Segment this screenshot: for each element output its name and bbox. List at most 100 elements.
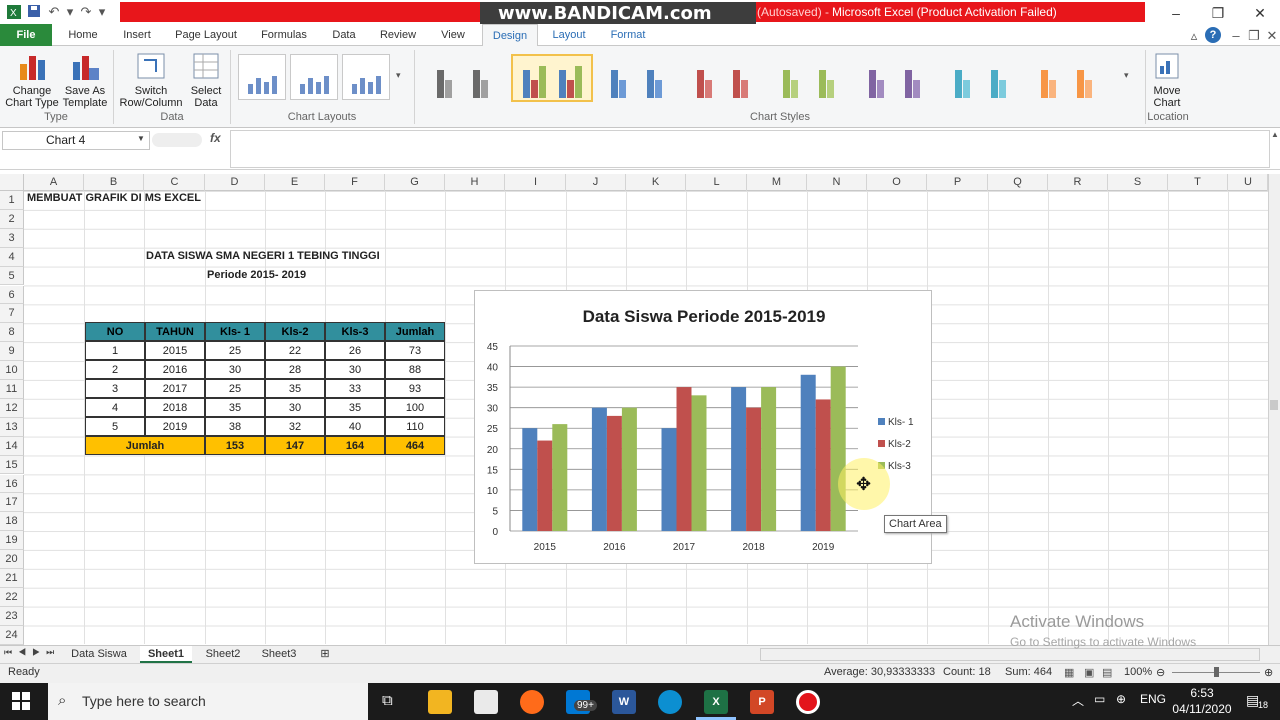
sheet-tab-sheet2[interactable]: Sheet2 [198,646,248,663]
column-header[interactable]: E [265,174,325,191]
table-heading-2[interactable]: Periode 2015- 2019 [207,269,306,281]
sheet-tab-sheet3[interactable]: Sheet3 [254,646,304,663]
row-header[interactable]: 12 [0,398,24,418]
tab-format[interactable]: Format [600,24,656,46]
tab-home[interactable]: Home [60,24,106,46]
row-header[interactable]: 23 [0,606,24,626]
normal-view-icon[interactable]: ▦ [1064,666,1074,679]
chart-style-8-thumb[interactable] [1029,54,1111,102]
language-indicator[interactable]: ENG [1140,692,1166,706]
vertical-scroll-thumb[interactable] [1270,400,1278,410]
page-break-view-icon[interactable]: ▤ [1102,666,1112,679]
row-header[interactable]: 6 [0,285,24,305]
column-header[interactable]: S [1108,174,1168,191]
column-header[interactable]: I [506,174,566,191]
table-header-cell[interactable]: NO [85,322,145,341]
column-header[interactable]: T [1168,174,1228,191]
row-header[interactable]: 24 [0,625,24,645]
sheet-nav-arrows-icon[interactable]: ⏮◀▶⏭ [4,647,60,658]
edge-icon[interactable] [658,690,682,714]
table-cell[interactable]: 22 [265,341,325,360]
task-view-icon[interactable]: ⧉ [382,692,393,709]
chart-style-3-thumb[interactable] [599,54,681,102]
redo-dropdown-icon[interactable]: ▾ [94,4,110,20]
row-header[interactable]: 16 [0,474,24,494]
column-header[interactable]: U [1229,174,1268,191]
tab-insert[interactable]: Insert [114,24,160,46]
column-header[interactable]: C [145,174,205,191]
chart-layout-3-thumb[interactable] [342,54,390,100]
move-chart-button[interactable]: Move Chart [1150,50,1184,109]
column-header[interactable]: N [807,174,867,191]
row-header[interactable]: 19 [0,531,24,551]
clock-date[interactable]: 04/11/2020 [1172,702,1232,716]
doc-restore-icon[interactable]: ❐ [1246,28,1262,44]
row-header[interactable]: 17 [0,493,24,513]
table-cell[interactable]: 35 [205,398,265,417]
row-header[interactable]: 20 [0,550,24,569]
help-icon[interactable]: ? [1205,27,1221,43]
column-header[interactable]: D [205,174,265,191]
bandicam-record-icon[interactable] [796,690,820,714]
table-cell[interactable]: 1 [85,341,145,360]
table-cell[interactable]: 25 [205,379,265,398]
row-header[interactable]: 18 [0,512,24,532]
table-header-cell[interactable]: Kls-2 [265,322,325,341]
minimize-icon[interactable]: – [1156,2,1196,24]
table-cell[interactable]: 30 [265,398,325,417]
table-cell[interactable]: 2016 [145,360,205,379]
row-header[interactable]: 14 [0,436,24,456]
column-header[interactable]: O [867,174,927,191]
column-header[interactable]: G [385,174,445,191]
doc-minimize-icon[interactable]: – [1228,28,1244,44]
table-cell[interactable]: 110 [385,417,445,436]
zoom-level[interactable]: 100% [1124,666,1152,678]
table-cell[interactable]: 2019 [145,417,205,436]
select-data-button[interactable]: Select Data [186,50,226,109]
row-header[interactable]: 4 [0,247,24,267]
row-header[interactable]: 21 [0,569,24,588]
expand-formula-icon[interactable]: ▲ [1271,130,1279,139]
sheet-tab-data-siswa[interactable]: Data Siswa [64,646,134,663]
doc-close-icon[interactable]: ✕ [1264,28,1280,44]
zoom-in-icon[interactable]: ⊕ [1264,666,1273,679]
column-header[interactable]: A [24,174,84,191]
tab-layout[interactable]: Layout [542,24,596,46]
row-header[interactable]: 3 [0,228,24,248]
column-header[interactable]: P [928,174,988,191]
undo-dropdown-icon[interactable]: ▾ [62,4,78,20]
select-all-corner[interactable] [0,174,24,191]
row-header[interactable]: 15 [0,455,24,475]
row-header[interactable]: 2 [0,209,24,229]
column-header[interactable]: R [1048,174,1108,191]
table-cell[interactable]: 93 [385,379,445,398]
firefox-icon[interactable] [520,690,544,714]
sheet-title-cell[interactable]: MEMBUAT GRAFIK DI MS EXCEL [27,192,201,204]
change-chart-type-button[interactable]: Change Chart Type [4,50,60,109]
name-box[interactable]: Chart 4 [2,131,150,150]
table-cell[interactable]: 33 [325,379,385,398]
windows-start-icon[interactable] [12,692,30,713]
table-cell[interactable]: 73 [385,341,445,360]
table-cell[interactable]: 38 [205,417,265,436]
table-cell[interactable]: 32 [265,417,325,436]
column-header[interactable]: Q [988,174,1048,191]
tab-page-layout[interactable]: Page Layout [170,24,242,46]
table-header-cell[interactable]: TAHUN [145,322,205,341]
chart-area[interactable]: Data Siswa Periode 2015-2019 0 5 10 15 20 25 30… [474,290,932,564]
save-as-template-button[interactable]: Save As Template [60,50,110,109]
tab-formulas[interactable]: Formulas [254,24,314,46]
formula-bar-splitter[interactable] [152,133,202,147]
file-explorer-icon[interactable] [428,690,452,714]
horizontal-scrollbar[interactable] [760,648,1260,661]
close-icon[interactable]: ✕ [1240,2,1280,24]
chart-style-5-thumb[interactable] [771,54,853,102]
table-cell[interactable]: 4 [85,398,145,417]
table-header-cell[interactable]: Kls- 1 [205,322,265,341]
styles-more-icon[interactable]: ▾ [1124,70,1129,81]
switch-row-column-button[interactable]: Switch Row/Column [118,50,184,109]
row-header[interactable]: 9 [0,342,24,362]
table-cell[interactable]: 35 [265,379,325,398]
zoom-slider-thumb[interactable] [1214,667,1219,677]
tray-expand-icon[interactable]: ︿ [1072,692,1084,709]
